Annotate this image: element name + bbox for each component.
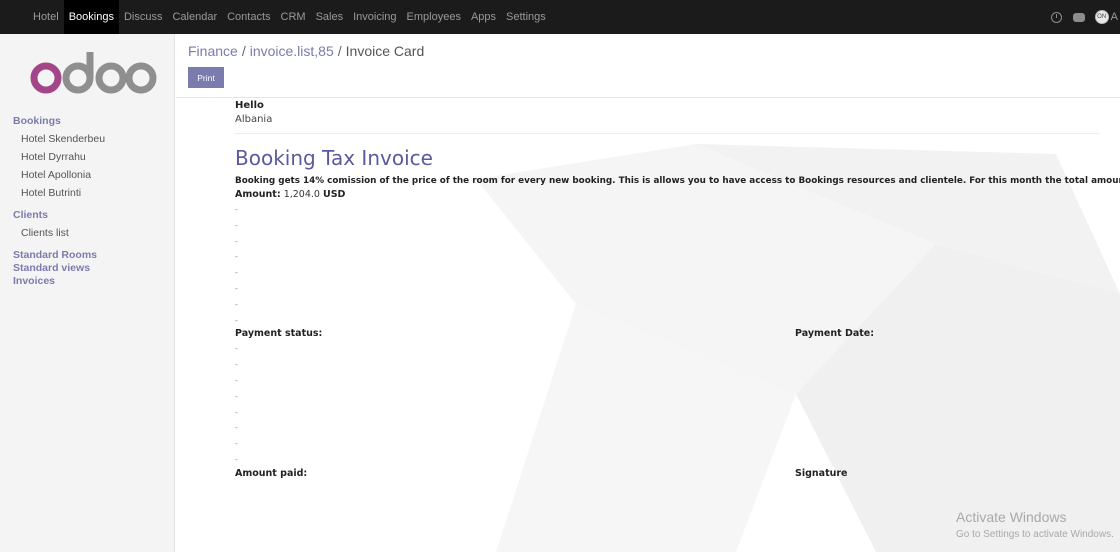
control-panel: Finance / invoice.list,85 / Invoice Card…: [176, 34, 1120, 98]
sidebar-section-clients[interactable]: Clients: [0, 206, 175, 224]
menu-contacts[interactable]: Contacts: [222, 0, 275, 34]
breadcrumb-finance[interactable]: Finance: [188, 43, 238, 59]
payment-status-label: Payment status:: [235, 328, 323, 340]
breadcrumb-separator: /: [241, 43, 246, 59]
dash: -: [235, 375, 238, 385]
print-button[interactable]: Print: [188, 67, 224, 88]
watermark-title: Activate Windows: [956, 509, 1067, 525]
menu-calendar[interactable]: Calendar: [167, 0, 222, 34]
dash: -: [235, 299, 238, 309]
amount-line: Amount: 1,204.0 USD: [235, 189, 1115, 200]
invoice-description: Booking gets 14% comission of the price …: [235, 176, 1120, 186]
chat-bubble-icon[interactable]: [1072, 11, 1085, 23]
invoice-title: Booking Tax Invoice: [235, 146, 433, 170]
activity-clock-icon[interactable]: [1051, 11, 1063, 23]
sidebar-item-clients-list[interactable]: Clients list: [0, 224, 175, 242]
menu-apps[interactable]: Apps: [466, 0, 501, 34]
sidebar-section-bookings[interactable]: Bookings: [0, 112, 175, 130]
menu-sales[interactable]: Sales: [311, 0, 349, 34]
dash: -: [235, 423, 238, 433]
dash: -: [235, 205, 238, 214]
amount-paid-label: Amount paid:: [235, 467, 308, 479]
signature-row: Amount paid: Signature: [235, 468, 1115, 479]
systray: ON A: [1051, 0, 1120, 34]
dash: -: [235, 360, 238, 370]
spacer-dashes: - - - - - - - -: [235, 341, 1115, 467]
dash: -: [235, 454, 238, 464]
breadcrumb-separator: /: [337, 43, 342, 59]
menu-discuss[interactable]: Discuss: [119, 0, 168, 34]
sidebar-item-hotel-dyrrahu[interactable]: Hotel Dyrrahu: [0, 148, 175, 166]
windows-activation-watermark: Activate Windows Go to Settings to activ…: [956, 509, 1114, 540]
dash: -: [235, 283, 238, 293]
sidebar-item-hotel-apollonia[interactable]: Hotel Apollonia: [0, 166, 175, 184]
sidebar-section-invoices[interactable]: Invoices: [0, 274, 175, 290]
payment-row: Payment status: Payment Date:: [235, 328, 1115, 339]
avatar: ON: [1094, 10, 1109, 24]
divider: [235, 133, 1099, 134]
top-navbar: Hotel Bookings Discuss Calendar Contacts…: [0, 0, 1120, 34]
dash: -: [235, 220, 238, 230]
sidebar: Bookings Hotel Skenderbeu Hotel Dyrrahu …: [0, 34, 175, 552]
menu-invoicing[interactable]: Invoicing: [348, 0, 401, 34]
sidebar-item-hotel-skenderbeu[interactable]: Hotel Skenderbeu: [0, 130, 175, 148]
main-content: Finance / invoice.list,85 / Invoice Card…: [176, 34, 1120, 552]
breadcrumb: Finance / invoice.list,85 / Invoice Card: [188, 43, 1120, 59]
user-name: A: [1110, 11, 1118, 23]
menu-employees[interactable]: Employees: [402, 0, 466, 34]
amount-currency: USD: [322, 189, 346, 200]
dash: -: [235, 344, 238, 354]
sidebar-section-standard-rooms[interactable]: Standard Rooms: [0, 246, 175, 261]
breadcrumb-current: Invoice Card: [345, 43, 425, 59]
watermark-subtitle: Go to Settings to activate Windows.: [956, 529, 1114, 540]
dash: -: [235, 439, 238, 449]
app-menu: Hotel Bookings Discuss Calendar Contacts…: [0, 0, 551, 34]
greeting: Hello: [235, 100, 264, 111]
dash: -: [235, 268, 238, 278]
odoo-logo: [30, 52, 157, 94]
sidebar-item-hotel-butrinti[interactable]: Hotel Butrinti: [0, 184, 175, 202]
dash: -: [235, 391, 238, 401]
dash: -: [235, 315, 238, 325]
dash: -: [235, 407, 238, 417]
dash: -: [235, 236, 238, 246]
sidebar-menu: Bookings Hotel Skenderbeu Hotel Dyrrahu …: [0, 112, 175, 290]
breadcrumb-invoice-list[interactable]: invoice.list,85: [250, 43, 334, 59]
dash: -: [235, 252, 238, 262]
signature-label: Signature: [795, 467, 848, 479]
user-menu[interactable]: ON A: [1094, 10, 1118, 24]
spacer-dashes: - - - - - - - -: [235, 202, 1115, 328]
amount-value: 1,204.0: [283, 189, 320, 200]
sidebar-section-standard-views[interactable]: Standard views: [0, 261, 175, 274]
menu-crm[interactable]: CRM: [276, 0, 311, 34]
amount-label: Amount:: [235, 189, 281, 200]
country: Albania: [235, 114, 273, 125]
payment-date-label: Payment Date:: [795, 328, 875, 340]
invoice-document: Hello Albania Booking Tax Invoice Bookin…: [235, 100, 1120, 479]
menu-bookings[interactable]: Bookings: [63, 0, 119, 34]
menu-hotel[interactable]: Hotel: [28, 0, 64, 34]
menu-settings[interactable]: Settings: [501, 0, 551, 34]
